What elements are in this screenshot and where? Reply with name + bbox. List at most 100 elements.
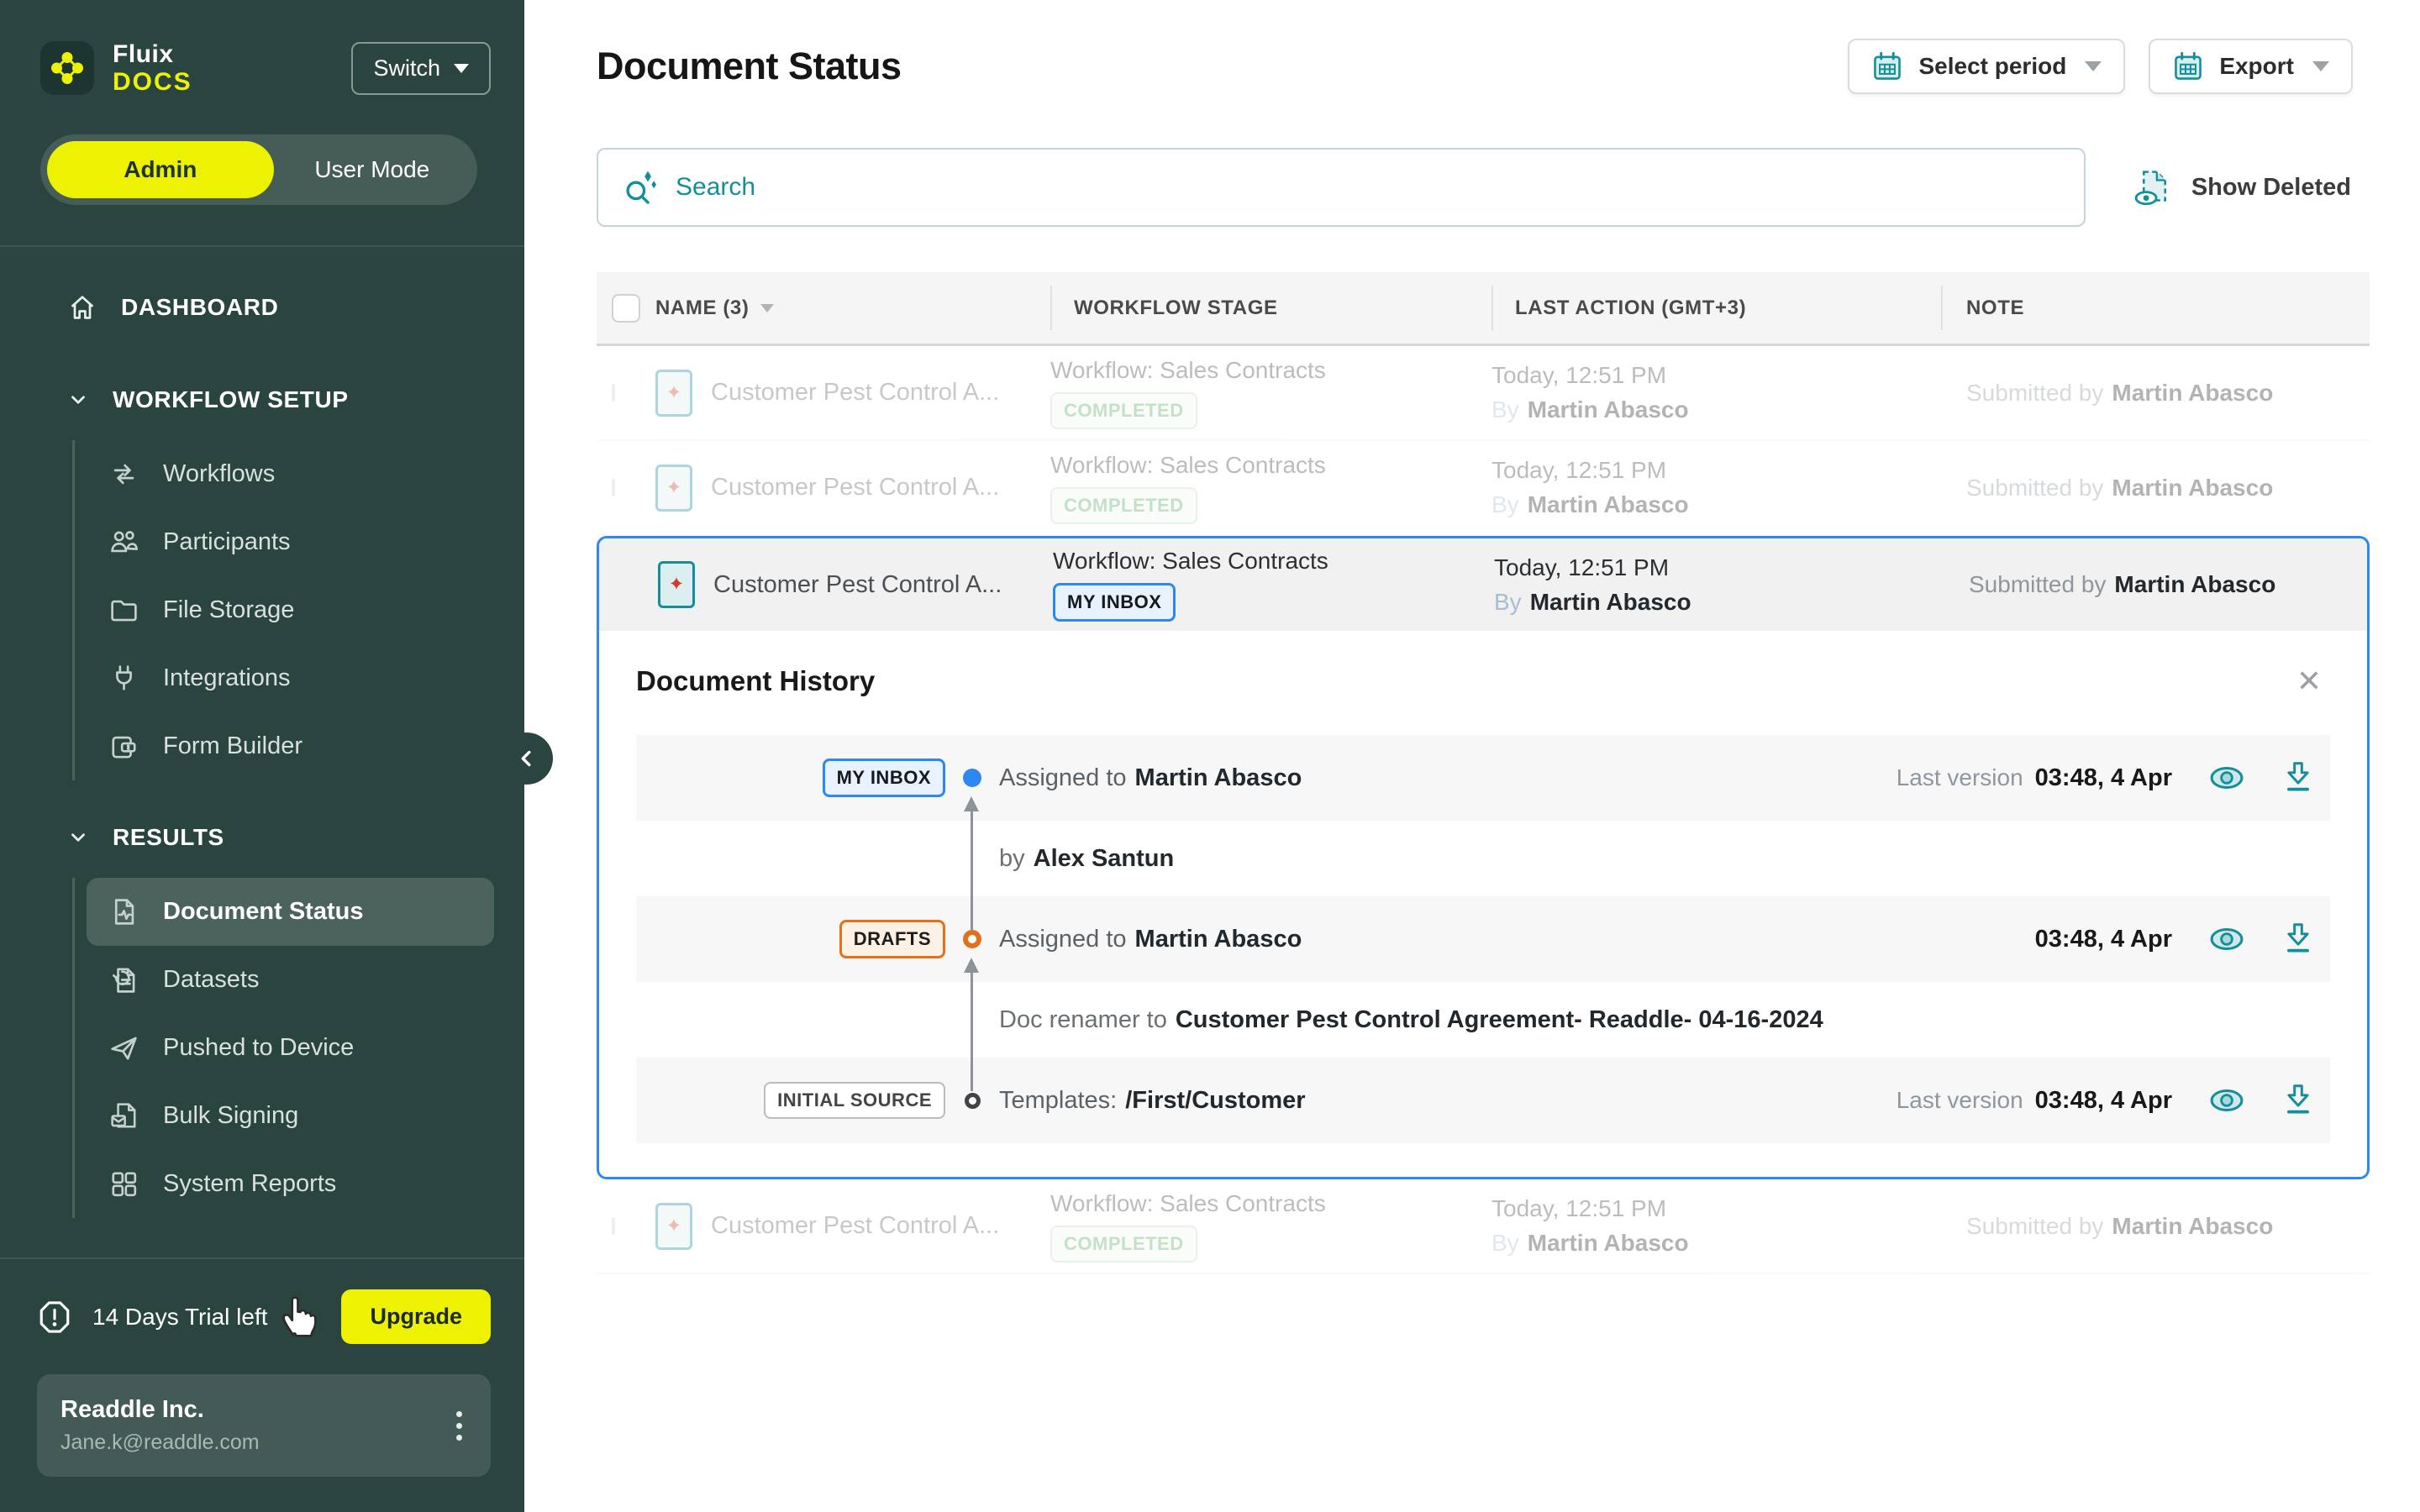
- user-mode-tab[interactable]: User Mode: [274, 141, 471, 198]
- select-all-checkbox[interactable]: [612, 294, 640, 323]
- sidebar-item-integrations[interactable]: Integrations: [87, 644, 494, 712]
- sidebar-item-participants[interactable]: Participants: [87, 508, 494, 576]
- plug-icon: [108, 663, 139, 694]
- results-label: RESULTS: [113, 824, 224, 851]
- table-header: NAME (3) WORKFLOW STAGE LAST ACTION (GMT…: [597, 272, 2370, 346]
- search-row: Show Deleted: [597, 148, 2351, 227]
- brand-text: Fluix DOCS: [113, 40, 192, 96]
- workflows-label: Workflows: [163, 460, 275, 488]
- table-row-selected[interactable]: Customer Pest Control A... Workflow: Sal…: [599, 538, 2367, 631]
- sidebar-item-document-status[interactable]: Document Status: [87, 878, 494, 946]
- pdf-file-icon: [655, 1203, 692, 1250]
- app-window: Fluix DOCS Switch Admin User Mode DASHBO…: [0, 0, 2420, 1512]
- column-header-name[interactable]: NAME (3): [655, 272, 1050, 344]
- sidebar-item-workflows[interactable]: Workflows: [87, 440, 494, 508]
- action-time: Today, 12:51 PM: [1491, 362, 1941, 389]
- sidebar-item-system-reports[interactable]: System Reports: [87, 1150, 494, 1218]
- row-checkbox[interactable]: [612, 384, 615, 402]
- trial-row: 14 Days Trial left Upgrade: [0, 1259, 524, 1344]
- history-events: MY INBOX Assigned toMartin Abasco Last v…: [636, 735, 2330, 1143]
- account-menu-icon[interactable]: [451, 1406, 467, 1446]
- action-user: Martin Abasco: [1528, 396, 1689, 423]
- document-name: Customer Pest Control A...: [711, 379, 999, 407]
- sidebar-item-pushed-to-device[interactable]: Pushed to Device: [87, 1014, 494, 1082]
- workflows-icon: [108, 459, 139, 490]
- history-title: Document History: [636, 665, 875, 697]
- download-icon[interactable]: [2281, 1083, 2315, 1118]
- sidebar-item-dashboard[interactable]: DASHBOARD: [0, 272, 494, 343]
- trial-text: 14 Days Trial left: [92, 1304, 268, 1331]
- stage-badge: COMPLETED: [1050, 487, 1197, 524]
- event-time: 03:48, 4 Apr: [2035, 1087, 2172, 1115]
- search-box[interactable]: [597, 148, 2086, 227]
- note-user: Martin Abasco: [2112, 380, 2273, 406]
- bulk-signing-icon: [108, 1100, 139, 1131]
- sidebar-nav: DASHBOARD WORKFLOW SETUP Workflows Parti…: [0, 247, 524, 1257]
- sidebar-item-form-builder[interactable]: Form Builder: [87, 712, 494, 780]
- connector-user: Alex Santun: [1034, 845, 1175, 873]
- document-status-icon: [108, 896, 139, 927]
- sidebar-section-results[interactable]: RESULTS: [0, 802, 494, 873]
- integrations-label: Integrations: [163, 664, 291, 692]
- note-user: Martin Abasco: [2114, 571, 2275, 597]
- switch-button[interactable]: Switch: [351, 42, 491, 95]
- select-period-label: Select period: [1918, 53, 2066, 80]
- history-connector-note: Doc renamer toCustomer Pest Control Agre…: [636, 982, 2330, 1058]
- upgrade-button[interactable]: Upgrade: [341, 1289, 491, 1344]
- history-stage-badge: DRAFTS: [839, 920, 945, 958]
- workflow-setup-label: WORKFLOW SETUP: [113, 386, 349, 413]
- chevron-down-icon: [454, 64, 469, 73]
- close-icon[interactable]: ✕: [2288, 663, 2330, 700]
- preview-eye-icon[interactable]: [2207, 1085, 2246, 1116]
- sidebar-item-datasets[interactable]: Datasets: [87, 946, 494, 1014]
- action-user: Martin Abasco: [1530, 589, 1691, 615]
- logo-row: Fluix DOCS Switch: [40, 40, 491, 96]
- chevron-down-icon: [2312, 61, 2329, 71]
- home-icon: [67, 292, 97, 323]
- table-row[interactable]: Customer Pest Control A... Workflow: Sal…: [597, 1179, 2370, 1274]
- row-checkbox[interactable]: [612, 479, 615, 496]
- account-card[interactable]: Readdle Inc. Jane.k@readdle.com: [37, 1374, 491, 1477]
- table-row[interactable]: Customer Pest Control A... Workflow: Sal…: [597, 346, 2370, 441]
- workflow-label: Workflow: Sales Contracts: [1050, 452, 1326, 479]
- show-deleted-label: Show Deleted: [2191, 174, 2351, 202]
- download-icon[interactable]: [2281, 760, 2315, 795]
- sidebar-collapse-button[interactable]: [501, 732, 553, 785]
- table-row[interactable]: Customer Pest Control A... Workflow: Sal…: [597, 441, 2370, 536]
- column-header-note[interactable]: NOTE: [1941, 272, 2370, 344]
- history-stage-badge: INITIAL SOURCE: [764, 1082, 945, 1119]
- row-checkbox[interactable]: [612, 1217, 615, 1235]
- sidebar-item-bulk-signing[interactable]: Bulk Signing: [87, 1082, 494, 1150]
- account-email: Jane.k@readdle.com: [60, 1431, 260, 1455]
- timeline-dot: [963, 930, 981, 948]
- column-header-workflow-stage[interactable]: WORKFLOW STAGE: [1050, 272, 1491, 344]
- pdf-file-icon: [658, 561, 695, 608]
- admin-mode-tab[interactable]: Admin: [47, 141, 274, 198]
- preview-eye-icon[interactable]: [2207, 763, 2246, 793]
- column-header-last-action[interactable]: LAST ACTION (GMT+3): [1491, 272, 1941, 344]
- action-time: Today, 12:51 PM: [1491, 457, 1941, 484]
- workflow-setup-group: Workflows Participants File Storage Inte…: [72, 440, 494, 780]
- select-period-button[interactable]: Select period: [1848, 39, 2125, 94]
- search-input[interactable]: [676, 173, 1936, 202]
- chevron-down-icon: [67, 827, 89, 848]
- note-user: Martin Abasco: [2112, 475, 2273, 501]
- sidebar-item-file-storage[interactable]: File Storage: [87, 576, 494, 644]
- action-user: Martin Abasco: [1528, 1230, 1689, 1256]
- brand-name: Fluix: [113, 40, 192, 68]
- show-deleted-toggle[interactable]: Show Deleted: [2134, 167, 2351, 207]
- document-name: Customer Pest Control A...: [711, 474, 999, 501]
- document-history-panel: Document History ✕ MY INBOX Assigned toM…: [599, 631, 2367, 1177]
- export-button[interactable]: Export: [2149, 39, 2353, 94]
- ai-search-icon: [622, 169, 659, 206]
- participants-icon: [108, 527, 139, 558]
- preview-eye-icon[interactable]: [2207, 924, 2246, 954]
- sidebar-section-workflow-setup[interactable]: WORKFLOW SETUP: [0, 365, 494, 435]
- brand-product: DOCS: [113, 68, 192, 96]
- account-info: Readdle Inc. Jane.k@readdle.com: [60, 1396, 260, 1455]
- download-icon[interactable]: [2281, 921, 2315, 957]
- sidebar: Fluix DOCS Switch Admin User Mode DASHBO…: [0, 0, 524, 1512]
- action-time: Today, 12:51 PM: [1491, 1195, 1941, 1222]
- system-reports-label: System Reports: [163, 1170, 336, 1198]
- datasets-icon: [108, 964, 139, 995]
